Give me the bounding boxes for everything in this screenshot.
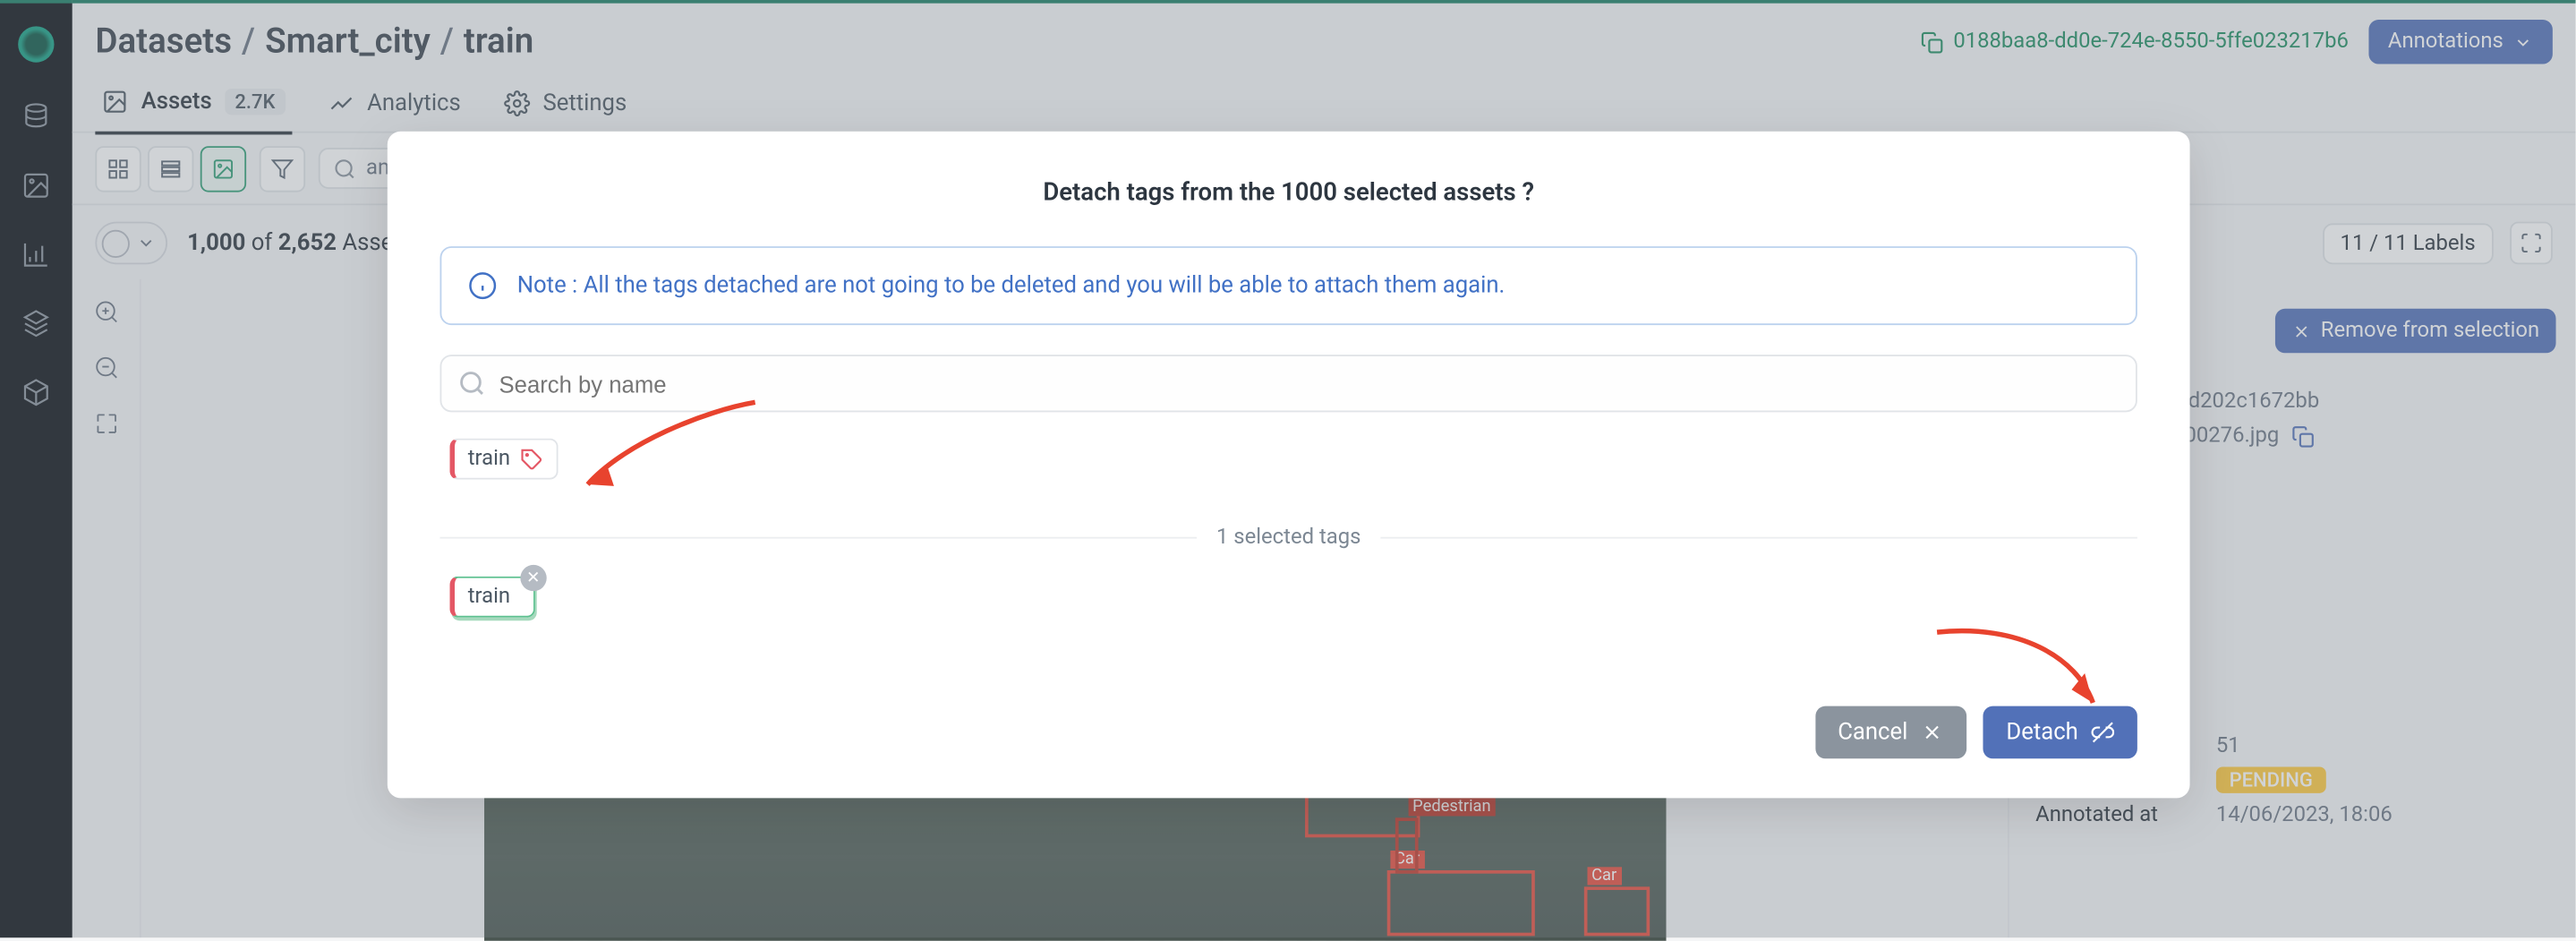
cancel-button[interactable]: Cancel — [1815, 706, 1967, 759]
detach-tags-modal: Detach tags from the 1000 selected asset… — [388, 132, 2190, 799]
detach-button[interactable]: Detach — [1983, 706, 2137, 759]
selected-tag-train[interactable]: train ✕ — [450, 577, 535, 618]
modal-note: Note : All the tags detached are not goi… — [440, 246, 2137, 325]
remove-selected-tag-icon[interactable]: ✕ — [520, 565, 546, 591]
modal-title: Detach tags from the 1000 selected asset… — [440, 177, 2137, 207]
selected-tags-divider: 1 selected tags — [440, 526, 2137, 551]
modal-search-input[interactable] — [440, 355, 2137, 412]
available-tag-train[interactable]: train — [450, 439, 559, 480]
